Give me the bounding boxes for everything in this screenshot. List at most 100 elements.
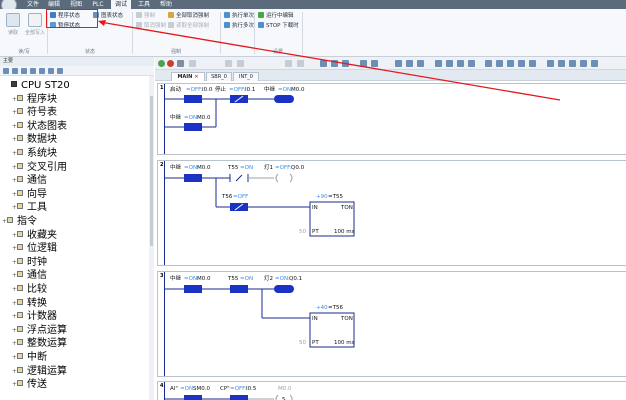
toolbar-icon[interactable] <box>496 60 503 67</box>
tree-tool-icon[interactable] <box>21 68 27 74</box>
toolbar-icon[interactable] <box>547 60 554 67</box>
menu-debug[interactable]: 调试 <box>111 0 131 9</box>
tree-item[interactable]: + 程序块 <box>12 93 57 106</box>
stop-icon[interactable] <box>167 60 174 67</box>
tree-item[interactable]: + 传送 <box>12 378 47 391</box>
tree-item[interactable]: + 数据块 <box>12 133 57 146</box>
toolbar-icon[interactable] <box>285 60 292 67</box>
tree-tool-icon[interactable] <box>3 68 9 74</box>
toolbar-icon[interactable] <box>237 60 244 67</box>
tree-item[interactable]: + 整数运算 <box>12 337 67 350</box>
tree-item[interactable]: + 位逻辑 <box>12 242 57 255</box>
tree-item[interactable]: + 状态图表 <box>12 120 67 133</box>
cancel-all-force-button[interactable]: 全部取消强制 <box>168 12 209 21</box>
write-all-button[interactable]: 全部写入 <box>24 13 46 36</box>
contact-sm0[interactable] <box>184 395 202 400</box>
tree-item[interactable]: + 向导 <box>12 188 47 201</box>
toolbar-icon[interactable] <box>342 60 349 67</box>
menu-file[interactable]: 文件 <box>25 0 41 9</box>
contact-start[interactable] <box>184 95 202 103</box>
tree-tool-icon[interactable] <box>39 68 45 74</box>
contact-i05[interactable] <box>230 395 248 400</box>
tree-item[interactable]: + 符号表 <box>12 106 57 119</box>
tab-main[interactable]: MAIN × <box>171 72 205 81</box>
toolbar-icon[interactable] <box>417 60 424 67</box>
tree-item[interactable]: + 浮点运算 <box>12 324 67 337</box>
toolbar-icon[interactable] <box>591 60 598 67</box>
read-all-force-button[interactable]: 读取全部强制 <box>168 22 209 31</box>
toolbar-icon[interactable] <box>297 60 304 67</box>
cancel-force-button[interactable]: 取消强制 <box>136 22 166 31</box>
tree-item[interactable]: + 系统块 <box>12 147 57 160</box>
toolbar-icon[interactable] <box>518 60 525 67</box>
tree-item[interactable]: + 指令 <box>2 215 37 228</box>
scrollbar-thumb[interactable] <box>150 96 153 246</box>
coil-lamp2[interactable] <box>274 285 294 293</box>
execute-multi-button[interactable]: 执行多次 <box>224 22 254 31</box>
toolbar-icon[interactable] <box>360 60 367 67</box>
tree-item[interactable]: + 计数器 <box>12 310 57 323</box>
menu-plc[interactable]: PLC <box>90 0 106 9</box>
tree-item[interactable]: + 收藏夹 <box>12 229 57 242</box>
toolbar-icon[interactable] <box>177 60 184 67</box>
tab-sbr0[interactable]: SBR_0 <box>206 72 232 81</box>
force-button[interactable]: 强制 <box>136 12 155 21</box>
toolbar-icon[interactable] <box>507 60 514 67</box>
execute-single-button[interactable]: 执行单次 <box>224 12 254 21</box>
tree-tool-icon[interactable] <box>30 68 36 74</box>
tree-tool-icon[interactable] <box>48 68 54 74</box>
coil-lamp1[interactable] <box>275 173 293 183</box>
menu-edit[interactable]: 编辑 <box>46 0 62 9</box>
toolbar-icon[interactable] <box>558 60 565 67</box>
coil-address: Q0.0 <box>291 165 305 171</box>
tree-item[interactable]: + 逻辑运算 <box>12 365 67 378</box>
network-3[interactable]: 3 中继 =ON: M0.0 T55 =ON 灯2 =ON: Q0.1 +40 <box>157 271 626 377</box>
toolbar-icon[interactable] <box>485 60 492 67</box>
tree-item[interactable]: + 转换 <box>12 297 47 310</box>
toolbar-icon[interactable] <box>320 60 327 67</box>
tree-item[interactable]: + 中断 <box>12 351 47 364</box>
tree-tool-icon[interactable] <box>57 68 63 74</box>
toolbar-icon[interactable] <box>189 60 196 67</box>
tree-item[interactable]: + 通信 <box>12 269 47 282</box>
contact-t55[interactable] <box>230 285 248 293</box>
contact-relay[interactable] <box>184 285 202 293</box>
stop-download-button[interactable]: STOP 下载时 <box>258 22 299 31</box>
tree-item[interactable]: + 交叉引用 <box>12 161 67 174</box>
folder-icon <box>17 285 23 291</box>
contact-relay-hold[interactable] <box>184 123 202 131</box>
network-2[interactable]: 2 中继 =ON: M0.0 T55 =ON 灯1 =OFF: Q0.0 T56… <box>157 160 626 266</box>
toolbar-icon[interactable] <box>395 60 402 67</box>
toolbar-icon[interactable] <box>435 60 442 67</box>
tree-item[interactable]: CPU ST20 <box>6 79 70 92</box>
tree-item[interactable]: + 通信 <box>12 174 47 187</box>
contact-relay[interactable] <box>184 174 202 182</box>
toolbar-icon[interactable] <box>406 60 413 67</box>
tab-int0[interactable]: INT_0 <box>233 72 259 81</box>
tree-tool-icon[interactable] <box>12 68 18 74</box>
menu-tools[interactable]: 工具 <box>136 0 152 9</box>
toolbar-icon[interactable] <box>446 60 453 67</box>
menu-help[interactable]: 帮助 <box>158 0 174 9</box>
read-button[interactable]: 读取 <box>2 13 24 36</box>
toolbar-icon[interactable] <box>371 60 378 67</box>
coil-label: 灯1 <box>264 163 273 171</box>
network-4[interactable]: 4 AI" =ON: SM0.0 CP" =OFF: I0.5 M0.0 S <box>157 381 626 400</box>
tree-item[interactable]: + 比较 <box>12 283 47 296</box>
toolbar-icon[interactable] <box>569 60 576 67</box>
toolbar-icon[interactable] <box>580 60 587 67</box>
menu-view[interactable]: 视图 <box>68 0 84 9</box>
coil-relay[interactable] <box>274 95 294 103</box>
run-edit-button[interactable]: 运行中编辑 <box>258 12 294 21</box>
close-icon[interactable]: × <box>194 74 198 80</box>
toolbar-icon[interactable] <box>529 60 536 67</box>
tree-scrollbar[interactable] <box>149 76 154 400</box>
toolbar-icon[interactable] <box>457 60 464 67</box>
run-icon[interactable] <box>158 60 165 67</box>
toolbar-icon[interactable] <box>468 60 475 67</box>
toolbar-icon[interactable] <box>225 60 232 67</box>
tree-item[interactable]: + 工具 <box>12 201 47 214</box>
network-1[interactable]: 1 启动 =OFF: I0.0 停止 =OFF: I0.1 中继 =ON: M0… <box>157 83 626 155</box>
tree-item[interactable]: + 时钟 <box>12 256 47 269</box>
toolbar-icon[interactable] <box>331 60 338 67</box>
